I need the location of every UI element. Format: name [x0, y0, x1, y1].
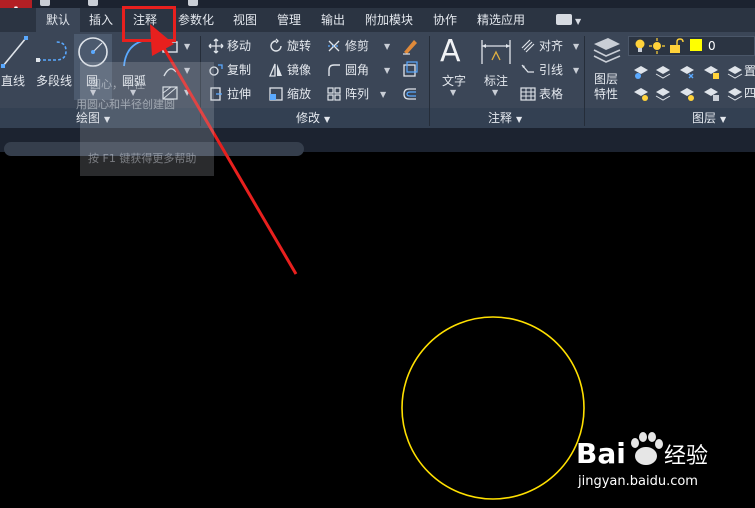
annotate-tab-highlight — [122, 6, 176, 42]
drawn-circle[interactable] — [401, 316, 585, 500]
tooltip-title: 圆心，半径 — [90, 78, 145, 91]
baidu-paw-icon — [631, 432, 663, 465]
watermark-brand-tail: 经验 — [664, 444, 709, 469]
tooltip-description: 用圆心和半径创建圆 — [76, 98, 175, 111]
tooltip-help-text: 按 F1 键获得更多帮助 — [88, 152, 197, 165]
watermark-url: jingyan.baidu.com — [578, 474, 698, 489]
watermark-brand: Bai — [576, 437, 626, 470]
